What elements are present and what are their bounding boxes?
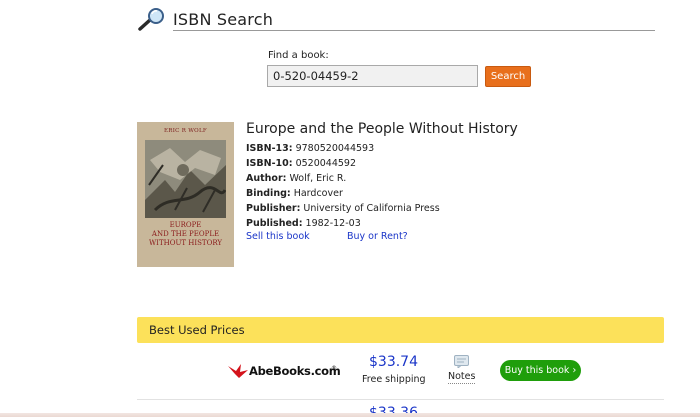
header-divider — [173, 30, 655, 31]
detail-value: 1982-12-03 — [305, 218, 361, 229]
detail-label: Publisher: — [246, 203, 301, 214]
notes-icon[interactable] — [454, 355, 469, 368]
cover-title-line: WITHOUT HISTORY — [148, 239, 222, 247]
book-cover-image: ERIC R WOLF EUROPE AND THE PEOPLE WITHOU… — [137, 122, 234, 267]
detail-value: University of California Press — [303, 203, 440, 214]
detail-label: ISBN-13: — [246, 143, 293, 154]
search-button[interactable]: Search — [485, 66, 531, 87]
abebooks-bird-icon — [228, 364, 248, 378]
page-header: ISBN Search — [137, 6, 655, 32]
book-details: ISBN-13: 9780520044593 ISBN-10: 05200445… — [246, 141, 440, 231]
buy-this-book-button[interactable]: Buy this book › — [500, 360, 581, 381]
detail-binding: Binding: Hardcover — [246, 186, 440, 201]
buy-or-rent-link[interactable]: Buy or Rent? — [347, 231, 408, 242]
sell-this-book-link[interactable]: Sell this book — [246, 231, 310, 242]
detail-value: 9780520044593 — [295, 143, 375, 154]
cover-title-line: EUROPE — [169, 221, 202, 229]
detail-published: Published: 1982-12-03 — [246, 216, 440, 231]
registered-mark: ® — [331, 365, 337, 372]
isbn-search-input[interactable] — [267, 65, 478, 87]
detail-author: Author: Wolf, Eric R. — [246, 171, 440, 186]
notes-link[interactable]: Notes — [448, 371, 476, 384]
find-book-label: Find a book: — [268, 50, 329, 61]
detail-value: 0520044592 — [295, 158, 357, 169]
cover-author: ERIC R WOLF — [163, 128, 208, 134]
book-links: Sell this book Buy or Rent? — [246, 231, 408, 242]
page-title: ISBN Search — [173, 10, 274, 29]
abebooks-logo-text: AbeBooks.com — [249, 364, 341, 378]
shipping-info: Free shipping — [362, 374, 426, 385]
cover-title-line: AND THE PEOPLE — [151, 230, 220, 238]
detail-label: Published: — [246, 218, 303, 229]
bottom-edge — [0, 413, 700, 417]
cover-artwork — [145, 140, 226, 218]
offer-price: $33.74 — [369, 354, 418, 370]
detail-isbn10: ISBN-10: 0520044592 — [246, 156, 440, 171]
detail-value: Hardcover — [293, 188, 343, 199]
detail-publisher: Publisher: University of California Pres… — [246, 201, 440, 216]
detail-value: Wolf, Eric R. — [289, 173, 347, 184]
magnifier-icon — [138, 8, 164, 31]
book-title: Europe and the People Without History — [246, 121, 518, 137]
abebooks-logo: AbeBooks.com ® — [227, 361, 341, 381]
cover-title: EUROPE AND THE PEOPLE WITHOUT HISTORY — [137, 221, 234, 248]
offer-divider — [137, 399, 664, 400]
detail-isbn13: ISBN-13: 9780520044593 — [246, 141, 440, 156]
best-used-prices-header: Best Used Prices — [137, 317, 664, 343]
detail-label: ISBN-10: — [246, 158, 293, 169]
best-used-prices-label: Best Used Prices — [149, 323, 245, 337]
detail-label: Author: — [246, 173, 287, 184]
detail-label: Binding: — [246, 188, 291, 199]
